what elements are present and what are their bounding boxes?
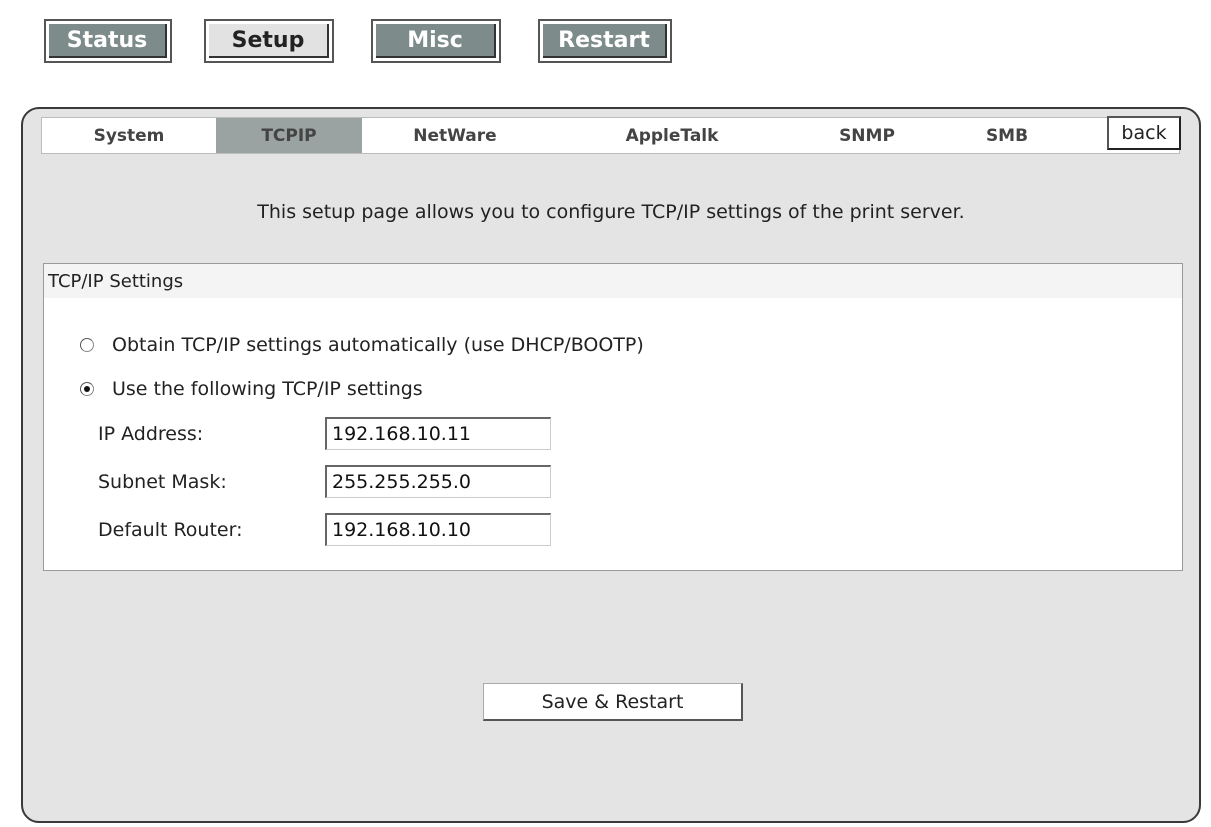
subnet-mask-row: Subnet Mask: (98, 465, 551, 498)
tab-system[interactable]: System (54, 118, 204, 153)
misc-nav-label: Misc (376, 24, 496, 58)
default-router-input[interactable] (325, 513, 551, 546)
tab-appletalk[interactable]: AppleTalk (572, 118, 772, 153)
subnet-mask-label: Subnet Mask: (98, 470, 227, 493)
dhcp-radio[interactable] (80, 338, 94, 352)
ip-address-row: IP Address: (98, 417, 551, 450)
status-nav-label: Status (49, 24, 167, 58)
tab-snmp[interactable]: SNMP (812, 118, 922, 153)
dhcp-option-label: Obtain TCP/IP settings automatically (us… (112, 334, 644, 356)
restart-nav-label: Restart (543, 24, 667, 58)
tab-tcpip[interactable]: TCPIP (216, 118, 362, 153)
static-radio[interactable] (80, 382, 94, 396)
ip-address-input[interactable] (325, 417, 551, 450)
setup-nav-label: Setup (209, 24, 329, 58)
back-button[interactable]: back (1107, 116, 1181, 150)
setup-panel: System TCPIP NetWare AppleTalk SNMP SMB … (21, 107, 1201, 823)
subnet-mask-input[interactable] (325, 465, 551, 498)
save-restart-button[interactable]: Save & Restart (483, 683, 743, 721)
settings-title: TCP/IP Settings (44, 264, 1182, 298)
misc-nav-button[interactable]: Misc (371, 19, 501, 63)
static-option[interactable]: Use the following TCP/IP settings (80, 378, 423, 400)
default-router-row: Default Router: (98, 513, 551, 546)
status-nav-button[interactable]: Status (44, 19, 172, 63)
page-description: This setup page allows you to configure … (257, 201, 965, 223)
ip-address-label: IP Address: (98, 422, 204, 445)
default-router-label: Default Router: (98, 518, 243, 541)
dhcp-option[interactable]: Obtain TCP/IP settings automatically (us… (80, 334, 644, 356)
tab-smb[interactable]: SMB (957, 118, 1057, 153)
static-option-label: Use the following TCP/IP settings (112, 378, 423, 400)
setup-tab-bar: System TCPIP NetWare AppleTalk SNMP SMB … (41, 116, 1181, 154)
tcpip-settings-box: TCP/IP Settings Obtain TCP/IP settings a… (43, 263, 1183, 571)
setup-nav-button[interactable]: Setup (204, 19, 334, 63)
tab-netware[interactable]: NetWare (370, 118, 540, 153)
restart-nav-button[interactable]: Restart (538, 19, 672, 63)
